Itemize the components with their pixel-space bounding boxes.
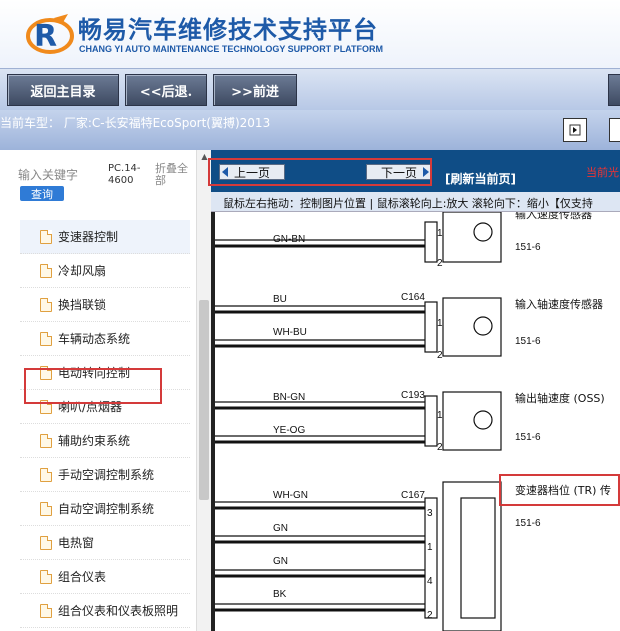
document-icon — [40, 297, 52, 312]
tree-item-label: 组合仪表 — [58, 570, 107, 584]
scroll-thumb[interactable] — [199, 300, 209, 500]
back-button[interactable]: <<后退. — [125, 74, 207, 106]
tree-item[interactable]: 自动空调控制系统 — [20, 492, 190, 526]
wire-label: BK — [273, 589, 287, 600]
document-icon — [40, 535, 52, 550]
reference-label: 151-6 — [515, 518, 541, 529]
document-icon — [40, 569, 52, 584]
component-label: 输出轴速度 (OSS) — [515, 392, 605, 405]
svg-text:R: R — [34, 19, 57, 54]
sidebar-scrollbar[interactable]: ▲ — [196, 150, 211, 631]
document-icon — [40, 433, 52, 448]
tree-item[interactable]: 电热窗 — [20, 526, 190, 560]
wiring-diagram-svg: 1 2 1 2 1 2 3 1 4 2 — [215, 212, 502, 631]
document-icon — [40, 501, 52, 516]
sidebar-search-area: 输入关键字 查询 PC.14-4600 折叠全部 — [0, 158, 211, 201]
wire-label: WH-GN — [273, 490, 308, 501]
collapse-all-link[interactable]: 折叠全部 — [155, 163, 193, 187]
wire-label: BU — [273, 294, 287, 305]
component-label: 输入速度传感器 — [515, 212, 592, 221]
document-icon — [40, 263, 52, 278]
reference-label: 151-6 — [515, 432, 541, 443]
selection-highlight-box — [24, 368, 162, 404]
tree-item[interactable]: 组合仪表 — [20, 560, 190, 594]
reference-label: 151-6 — [515, 336, 541, 347]
document-icon — [40, 229, 52, 244]
wire-label: YE-OG — [273, 425, 306, 436]
component-highlight-box — [499, 474, 620, 506]
logo-icon: R — [26, 14, 74, 54]
tree-item-label: 换挡联锁 — [58, 298, 107, 312]
site-subtitle: CHANG YI AUTO MAINTENANCE TECHNOLOGY SUP… — [79, 44, 384, 54]
wire-label: GN — [273, 556, 288, 567]
svg-text:2: 2 — [437, 442, 443, 453]
component-label: 输入轴速度传感器 — [515, 298, 603, 311]
paging-highlight-box — [208, 158, 432, 186]
svg-text:3: 3 — [427, 508, 433, 519]
tree-item-label: 冷却风扇 — [58, 264, 107, 278]
svg-text:1: 1 — [437, 228, 443, 239]
connector-label: C193 — [401, 390, 425, 401]
home-button[interactable]: 返回主目录 — [7, 74, 119, 106]
document-icon — [40, 603, 52, 618]
page-toolbar: 上一页 下一页 [刷新当前页] 当前光 — [208, 150, 620, 192]
tree-item[interactable]: 变速器控制 — [20, 220, 190, 254]
wire-label: GN-BN — [273, 234, 306, 245]
document-icon — [40, 467, 52, 482]
tree-item[interactable]: 组合仪表和仪表板照明 — [20, 594, 190, 628]
car-model-bar: 当前车型： 厂家:C-长安福特EcoSport(翼搏)2013 — [0, 110, 620, 150]
reference-label: 151-6 — [515, 242, 541, 253]
svg-text:1: 1 — [437, 318, 443, 329]
tree-item-label: 自动空调控制系统 — [58, 502, 155, 516]
wire-label: BN-GN — [273, 392, 306, 403]
panel-button-partial[interactable] — [609, 118, 620, 142]
document-icon — [40, 331, 52, 346]
sidebar: 输入关键字 查询 PC.14-4600 折叠全部 变速器控制冷却风扇换挡联锁车辆… — [0, 150, 211, 631]
connector-label: C167 — [401, 490, 425, 501]
nav-button-partial[interactable] — [608, 74, 620, 106]
refresh-page-link[interactable]: [刷新当前页] — [445, 170, 516, 187]
hint-text: 鼠标左右拖动：控制图片位置 | 鼠标滚轮向上:放大 滚轮向下：缩小【仅支持 — [223, 197, 593, 210]
connector-label: C164 — [401, 292, 425, 303]
tree-item-label: 手动空调控制系统 — [58, 468, 155, 482]
tree-item-label: 电热窗 — [58, 536, 95, 550]
pc-code-text: PC.14-4600 — [108, 163, 141, 186]
hint-bar: 鼠标左右拖动：控制图片位置 | 鼠标滚轮向上:放大 滚轮向下：缩小【仅支持 — [211, 192, 620, 212]
tree-item-label: 车辆动态系统 — [58, 332, 131, 346]
wire-label: GN — [273, 523, 288, 534]
tree-item-label: 变速器控制 — [58, 230, 119, 244]
tree-item[interactable]: 手动空调控制系统 — [20, 458, 190, 492]
svg-text:1: 1 — [427, 542, 433, 553]
search-label[interactable]: 输入关键字 — [18, 166, 78, 183]
tree-item[interactable]: 换挡联锁 — [20, 288, 190, 322]
main-panel: 上一页 下一页 [刷新当前页] 当前光 鼠标左右拖动：控制图片位置 | 鼠标滚轮… — [208, 150, 620, 631]
nav-bar: 返回主目录 <<后退. >>前进 — [0, 68, 620, 110]
site-title: 畅易汽车维修技术支持平台 — [78, 16, 378, 44]
tree-item-partial — [20, 198, 190, 206]
tree-item-label: 组合仪表和仪表板照明 — [58, 604, 179, 618]
svg-text:1: 1 — [437, 410, 443, 421]
site-header: R 畅易汽车维修技术支持平台 CHANG YI AUTO MAINTENANCE… — [0, 0, 620, 68]
wire-label: WH-BU — [273, 327, 307, 338]
expand-panel-button[interactable] — [563, 118, 587, 142]
forward-button[interactable]: >>前进 — [213, 74, 297, 106]
svg-text:2: 2 — [437, 350, 443, 361]
arrow-right-icon — [569, 124, 581, 136]
car-model-text: 当前车型： 厂家:C-长安福特EcoSport(翼搏)2013 — [0, 116, 271, 130]
tree-item-label: 辅助约束系统 — [58, 434, 131, 448]
tree-item[interactable]: 车辆动态系统 — [20, 322, 190, 356]
svg-text:4: 4 — [427, 576, 433, 587]
current-label: 当前光 — [586, 166, 619, 179]
tree-item[interactable]: 辅助约束系统 — [20, 424, 190, 458]
tree-item[interactable]: 冷却风扇 — [20, 254, 190, 288]
svg-text:2: 2 — [427, 610, 433, 621]
svg-text:2: 2 — [437, 258, 443, 269]
wiring-diagram[interactable]: 1 2 1 2 1 2 3 1 4 2 GN-BN BU WH-BU BN-GN YE-O… — [211, 212, 620, 631]
